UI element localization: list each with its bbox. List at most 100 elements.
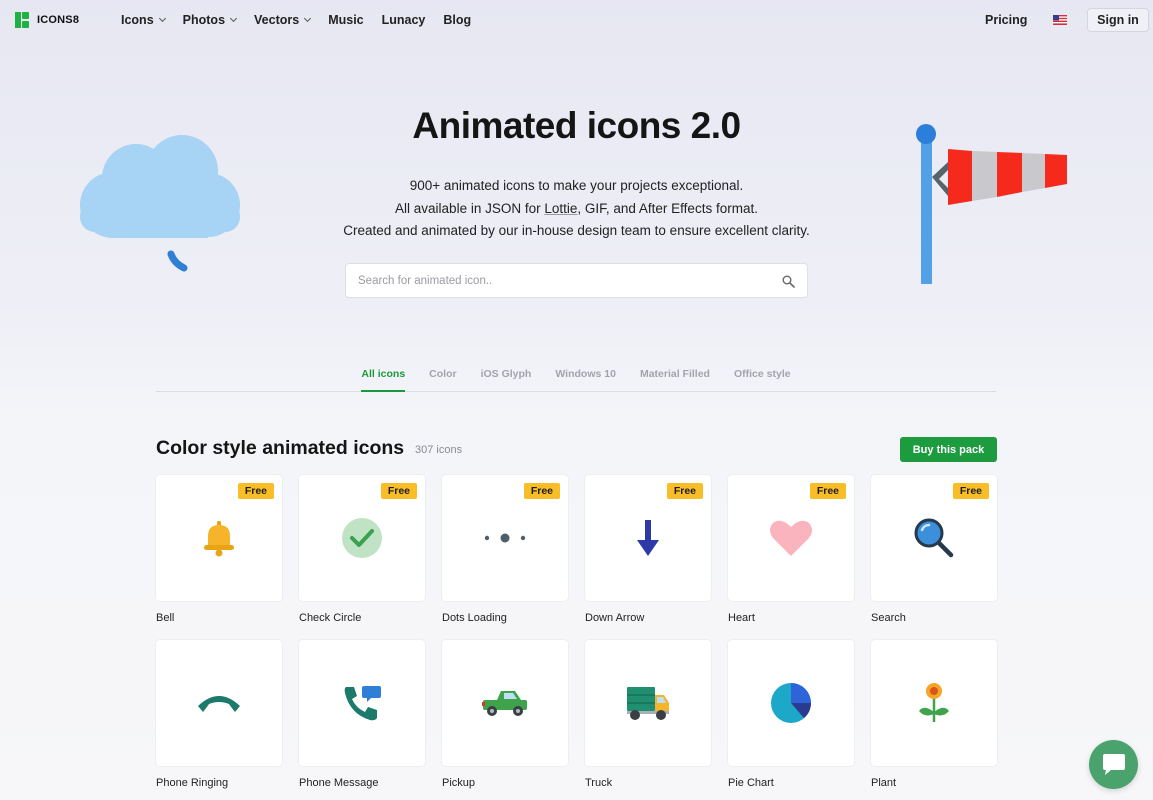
hero-line-2-start: All available in JSON for [395, 200, 545, 216]
phone-ringing-icon [198, 696, 240, 712]
free-badge: Free [237, 483, 274, 499]
nav-music[interactable]: Music [328, 13, 363, 27]
icon-item[interactable]: Free Check Circle [299, 475, 425, 640]
check-circle-icon [342, 518, 382, 558]
style-tabs: All icons Color iOS Glyph Windows 10 Mat… [156, 366, 996, 392]
icon-item[interactable]: Free Search [871, 475, 997, 640]
chat-icon [1102, 753, 1125, 775]
icon-card[interactable]: Free [442, 475, 568, 601]
icon-label[interactable]: Phone Ringing [156, 777, 228, 789]
chevron-down-icon [304, 14, 312, 23]
tab-ios-glyph[interactable]: iOS Glyph [481, 366, 532, 392]
icon-card[interactable]: Free [871, 475, 997, 601]
nav-vectors[interactable]: Vectors [254, 13, 312, 27]
icon-label[interactable]: Phone Message [299, 777, 379, 789]
nav-music-label: Music [328, 13, 364, 27]
icon-item[interactable]: Phone Message [299, 640, 425, 800]
icon-item[interactable]: Phone Ringing [156, 640, 282, 800]
icon-item[interactable]: Free Heart [728, 475, 854, 640]
hero-line-2-end: , GIF, and After Effects format. [577, 200, 758, 216]
tab-all-icons[interactable]: All icons [361, 366, 406, 392]
nav-icons-label: Icons [121, 13, 154, 27]
icon-label[interactable]: Pie Chart [728, 777, 774, 789]
icon-card[interactable]: Free [728, 475, 854, 601]
logo[interactable]: ICONS8 [15, 12, 79, 28]
search-input[interactable] [358, 272, 758, 290]
nav-blog-label: Blog [443, 13, 472, 27]
search-icon [914, 518, 954, 558]
chevron-down-icon [229, 14, 238, 23]
free-badge: Free [952, 483, 989, 499]
icon-grid: Free Bell Free Check Circle Free Dots Lo… [156, 475, 998, 800]
dots-loading-icon [484, 533, 526, 543]
hero-line-1: 900+ animated icons to make your project… [409, 178, 744, 193]
icon-label[interactable]: Heart [728, 612, 755, 624]
icon-label[interactable]: Pickup [442, 777, 475, 789]
icon-item[interactable]: Pickup [442, 640, 568, 800]
lottie-link[interactable]: Lottie [544, 201, 577, 216]
nav-lunacy-label: Lunacy [381, 13, 426, 27]
icon-item[interactable]: Free Down Arrow [585, 475, 711, 640]
pie-chart-icon [771, 683, 811, 723]
icon-card[interactable]: Free [156, 475, 282, 601]
icon-item[interactable]: Truck [585, 640, 711, 800]
icon-label[interactable]: Search [871, 612, 906, 624]
icon-card[interactable] [299, 640, 425, 766]
hero-line-2: All available in JSON for Lottie, GIF, a… [0, 198, 1153, 221]
icon-card[interactable] [442, 640, 568, 766]
nav-icons[interactable]: Icons [121, 13, 166, 27]
icon-card[interactable] [585, 640, 711, 766]
nav-photos-label: Photos [182, 13, 226, 27]
pricing-link[interactable]: Pricing [985, 13, 1027, 27]
search-box[interactable] [345, 263, 808, 298]
icon-label[interactable]: Check Circle [299, 612, 361, 624]
free-badge: Free [523, 483, 560, 499]
hero-line-3: Created and animated by our in-house des… [343, 223, 810, 238]
pickup-icon [482, 691, 527, 716]
buy-pack-button[interactable]: Buy this pack [900, 437, 997, 462]
page-title: Animated icons 2.0 [412, 105, 741, 146]
logo-text: ICONS8 [37, 14, 80, 26]
tab-office-style[interactable]: Office style [734, 366, 791, 392]
nav-vectors-label: Vectors [254, 13, 300, 27]
icon-label[interactable]: Truck [585, 777, 612, 789]
bell-icon [204, 521, 234, 557]
plant-icon [919, 683, 949, 722]
tab-windows-10[interactable]: Windows 10 [555, 366, 616, 392]
icon-item[interactable]: Pie Chart [728, 640, 854, 800]
search-icon[interactable] [782, 275, 795, 288]
icon-label[interactable]: Dots Loading [442, 612, 507, 624]
us-flag-icon[interactable] [1053, 15, 1067, 25]
icon-item[interactable]: Plant [871, 640, 997, 800]
icon-label[interactable]: Plant [871, 777, 896, 789]
chat-widget-button[interactable] [1089, 740, 1138, 789]
icon-card[interactable] [156, 640, 282, 766]
tab-material-filled[interactable]: Material Filled [640, 366, 710, 392]
tab-color[interactable]: Color [429, 366, 456, 392]
free-badge: Free [666, 483, 703, 499]
free-badge: Free [809, 483, 846, 499]
icons8-logo-icon [15, 12, 29, 28]
free-badge: Free [380, 483, 417, 499]
nav-lunacy[interactable]: Lunacy [382, 13, 426, 27]
sign-in-button[interactable]: Sign in [1087, 8, 1149, 32]
icon-card[interactable] [871, 640, 997, 766]
top-navigation: ICONS8 Icons Photos Vectors Music Lunacy… [0, 0, 1153, 42]
chevron-down-icon [158, 14, 166, 23]
hero-description: 900+ animated icons to make your project… [0, 175, 1153, 243]
icon-card[interactable]: Free [299, 475, 425, 601]
icon-label[interactable]: Down Arrow [585, 612, 644, 624]
icon-card[interactable] [728, 640, 854, 766]
icon-count: 307 icons [415, 444, 463, 456]
heart-icon [770, 520, 812, 556]
icon-item[interactable]: Free Dots Loading [442, 475, 568, 640]
truck-icon [627, 687, 669, 720]
icon-item[interactable]: Free Bell [156, 475, 282, 640]
section-title: Color style animated icons [156, 437, 405, 459]
nav-blog[interactable]: Blog [443, 13, 471, 27]
icon-label[interactable]: Bell [156, 612, 174, 624]
main-nav: Icons Photos Vectors Music Lunacy Blog [121, 13, 489, 27]
nav-photos[interactable]: Photos [182, 13, 238, 27]
icon-card[interactable]: Free [585, 475, 711, 601]
phone-message-icon [344, 686, 381, 721]
